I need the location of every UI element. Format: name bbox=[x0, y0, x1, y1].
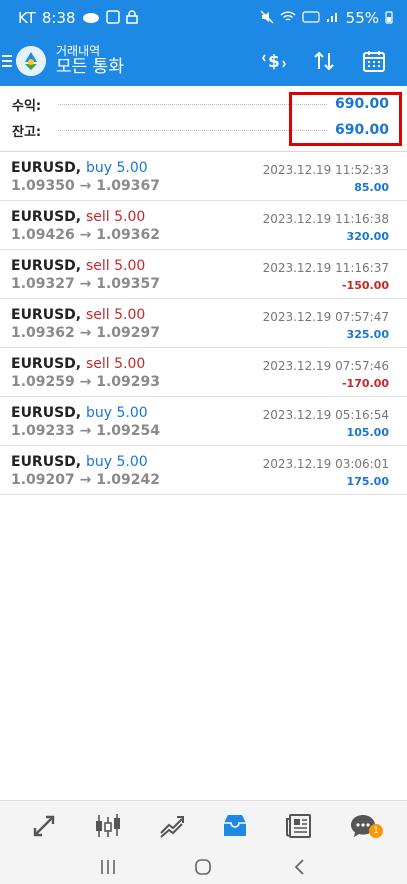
trade-side: buy 5.00 bbox=[85, 405, 148, 421]
trade-profit: 175.00 bbox=[346, 475, 389, 488]
carrier-label: KT bbox=[18, 9, 36, 27]
highlight-annotation-box bbox=[289, 92, 402, 146]
svg-text:$: $ bbox=[268, 52, 280, 72]
bottom-nav: 1 bbox=[0, 800, 407, 850]
profit-label: 수익: bbox=[12, 98, 42, 114]
cloud-notification-icon bbox=[82, 11, 100, 26]
app-notification-icon bbox=[105, 9, 120, 27]
trade-time: 2023.12.19 03:06:01 bbox=[262, 457, 389, 471]
system-nav-bar bbox=[0, 850, 407, 884]
trade-symbol-text: EURUSD, bbox=[11, 356, 82, 372]
trade-side: buy 5.00 bbox=[85, 454, 148, 470]
trade-row[interactable]: EURUSD, buy 5.00 1.09350 → 1.09367 2023.12… bbox=[0, 152, 407, 201]
trade-side: sell 5.00 bbox=[85, 258, 146, 274]
sort-arrows-icon[interactable] bbox=[299, 36, 349, 86]
app-header: 거래내역 모든 통화 $ bbox=[0, 36, 407, 86]
quotes-icon[interactable] bbox=[22, 804, 66, 848]
status-bar: KT 8:38 55% bbox=[0, 0, 407, 36]
hd-voice-icon bbox=[302, 10, 320, 26]
clock-label: 8:38 bbox=[41, 9, 76, 27]
messages-icon[interactable]: 1 bbox=[341, 804, 385, 848]
trade-time: 2023.12.19 11:16:38 bbox=[262, 212, 389, 226]
trade-row[interactable]: EURUSD, sell 5.00 1.09426 → 1.09362 2023.1… bbox=[0, 201, 407, 250]
recent-apps-icon[interactable] bbox=[88, 852, 128, 882]
trade-symbol-text: EURUSD, bbox=[11, 160, 82, 176]
trade-prices: 1.09233 → 1.09254 bbox=[11, 423, 161, 439]
trade-symbol: EURUSD, sell 5.00 bbox=[11, 258, 145, 274]
trade-profit: 320.00 bbox=[346, 230, 389, 243]
trade-symbol-text: EURUSD, bbox=[11, 209, 82, 225]
trade-symbol-text: EURUSD, bbox=[11, 454, 82, 470]
trade-symbol: EURUSD, sell 5.00 bbox=[11, 307, 145, 323]
trade-symbol: EURUSD, buy 5.00 bbox=[11, 160, 148, 176]
trade-symbol-text: EURUSD, bbox=[11, 405, 82, 421]
trade-profit: -150.00 bbox=[341, 279, 389, 292]
chart-icon[interactable] bbox=[86, 804, 130, 848]
mute-icon bbox=[260, 9, 274, 27]
back-icon[interactable] bbox=[279, 852, 319, 882]
trade-time: 2023.12.19 11:16:37 bbox=[262, 261, 389, 275]
trade-side: buy 5.00 bbox=[85, 160, 148, 176]
trade-row[interactable]: EURUSD, buy 5.00 1.09207 → 1.09242 2023.12… bbox=[0, 446, 407, 495]
trade-time: 2023.12.19 11:52:33 bbox=[262, 163, 389, 177]
history-icon[interactable] bbox=[213, 804, 257, 848]
calendar-icon[interactable] bbox=[349, 36, 399, 86]
dollar-filter-icon[interactable]: $ bbox=[249, 36, 299, 86]
trade-time: 2023.12.19 05:16:54 bbox=[262, 408, 389, 422]
signal-icon bbox=[326, 11, 340, 26]
lock-icon bbox=[125, 9, 138, 27]
header-title[interactable]: 모든 통화 bbox=[56, 58, 124, 77]
balance-label: 잔고: bbox=[12, 124, 42, 140]
menu-icon[interactable] bbox=[0, 36, 14, 86]
trade-prices: 1.09327 → 1.09357 bbox=[11, 276, 161, 292]
trade-time: 2023.12.19 07:57:46 bbox=[262, 359, 389, 373]
battery-percent: 55% bbox=[345, 9, 379, 27]
trade-prices: 1.09362 → 1.09297 bbox=[11, 325, 161, 341]
trade-time: 2023.12.19 07:57:47 bbox=[262, 310, 389, 324]
trade-profit: 85.00 bbox=[354, 181, 389, 194]
battery-icon bbox=[385, 10, 393, 27]
trade-row[interactable]: EURUSD, buy 5.00 1.09233 → 1.09254 2023.12… bbox=[0, 397, 407, 446]
trade-row[interactable]: EURUSD, sell 5.00 1.09362 → 1.09297 2023.1… bbox=[0, 299, 407, 348]
trade-profit: -170.00 bbox=[341, 377, 389, 390]
trade-side: sell 5.00 bbox=[85, 356, 146, 372]
trade-symbol: EURUSD, buy 5.00 bbox=[11, 405, 148, 421]
trade-row[interactable]: EURUSD, sell 5.00 1.09327 → 1.09357 2023.1… bbox=[0, 250, 407, 299]
trade-prices: 1.09207 → 1.09242 bbox=[11, 472, 161, 488]
trade-symbol: EURUSD, sell 5.00 bbox=[11, 356, 145, 372]
news-icon[interactable] bbox=[277, 804, 321, 848]
trade-list: EURUSD, buy 5.00 1.09350 → 1.09367 2023.12… bbox=[0, 152, 407, 495]
trade-side: sell 5.00 bbox=[85, 307, 146, 323]
trade-prices: 1.09259 → 1.09293 bbox=[11, 374, 161, 390]
trade-prices: 1.09426 → 1.09362 bbox=[11, 227, 161, 243]
trade-symbol: EURUSD, sell 5.00 bbox=[11, 209, 145, 225]
balance-leader-dots bbox=[58, 130, 327, 131]
wifi-icon bbox=[280, 10, 296, 26]
messages-badge: 1 bbox=[369, 823, 384, 838]
trade-profit: 105.00 bbox=[346, 426, 389, 439]
trade-profit: 325.00 bbox=[346, 328, 389, 341]
profit-leader-dots bbox=[58, 104, 327, 105]
trade-symbol-text: EURUSD, bbox=[11, 307, 82, 323]
trade-prices: 1.09350 → 1.09367 bbox=[11, 178, 161, 194]
trade-symbol: EURUSD, buy 5.00 bbox=[11, 454, 148, 470]
trade-symbol-text: EURUSD, bbox=[11, 258, 82, 274]
home-icon[interactable] bbox=[183, 852, 223, 882]
trade-side: sell 5.00 bbox=[85, 209, 146, 225]
trade-icon[interactable] bbox=[150, 804, 194, 848]
app-logo bbox=[16, 46, 46, 76]
trade-row[interactable]: EURUSD, sell 5.00 1.09259 → 1.09293 2023.1… bbox=[0, 348, 407, 397]
